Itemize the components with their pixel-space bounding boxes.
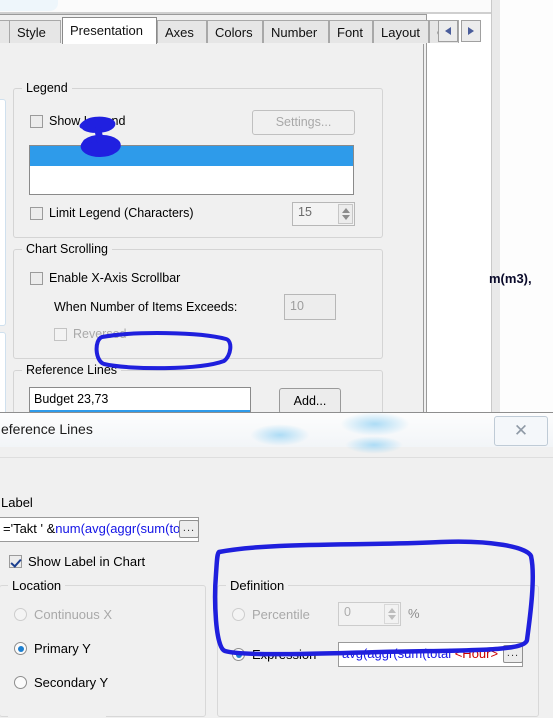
list-blur-spot [250,424,310,446]
definition-percentile-radio[interactable] [232,608,245,621]
location-continuous-x-radio[interactable] [14,608,27,621]
label-expression-text: ='Takt ' &num(avg(aggr(sum(total <H [3,521,199,536]
definition-ellipsis-label: ... [506,647,520,659]
label-expression-plain: ='Takt ' & [3,521,56,536]
items-exceeds-value: 10 [290,299,304,313]
reference-lines-dialog: eference Lines ✕ Label ='Takt ' &num(avg… [0,412,553,718]
tab-presentation-label: Presentation [70,23,143,38]
right-outer-margin [500,0,553,412]
enable-x-axis-scrollbar-checkbox[interactable] [30,272,43,285]
reference-line-item-0-text: Budget 23,73 [34,392,109,406]
limit-legend-value: 15 [298,205,312,219]
percentile-spinner[interactable]: 0 [338,602,401,626]
items-exceeds-field[interactable]: 10 [284,294,336,320]
label-expression-field[interactable]: ='Takt ' &num(avg(aggr(sum(total <H [0,517,199,542]
dialog-header-separator [0,457,553,458]
tab-number-label: Number [271,25,318,40]
chart-scrolling-group-label: Chart Scrolling [22,242,112,256]
dialog-body: Label ='Takt ' &num(avg(aggr(sum(total <… [0,447,553,718]
tab-layout-label: Layout [381,25,421,40]
definition-expression-text: avg(aggr(sum(total <Hour> [342,646,498,661]
location-group: Location Continuous X Primary Y Secondar… [0,578,206,717]
tab-font[interactable]: Font [329,20,373,43]
dialog-title: eference Lines [1,421,93,437]
definition-group-label: Definition [226,578,289,593]
show-label-in-chart-checkbox[interactable] [9,555,22,568]
spinner-up-icon[interactable] [387,608,396,613]
location-secondary-y-label: Secondary Y [34,675,109,690]
close-icon: ✕ [513,421,529,440]
legend-settings-button[interactable]: Settings... [252,110,355,135]
reference-lines-add-button[interactable]: Add... [279,388,341,414]
show-legend-label: Show Legend [49,114,126,128]
definition-percentile-label: Percentile [252,607,310,622]
tab-presentation[interactable]: Presentation [62,17,157,44]
tab-colors[interactable]: Colors [207,20,263,43]
label-ellipsis-label: ... [182,522,196,534]
label-expression-blue: num(avg(aggr(sum(total < [55,521,199,536]
dialog-close-button[interactable]: ✕ [494,416,548,446]
definition-expression-red: <Hour> [454,646,499,661]
spinner-down-icon[interactable] [387,615,396,620]
tab-layout[interactable]: Layout [373,20,429,43]
left-list-panel-top[interactable] [0,99,6,326]
presentation-tab-page: Legend Show Legend Settings... Limit Leg… [0,44,424,472]
tab-style[interactable]: Style [9,20,61,43]
tab-colors-label: Colors [215,25,253,40]
definition-expression-label: Expression [252,647,317,662]
definition-expression-ellipsis-button[interactable]: ... [503,645,523,663]
tab-font-label: Font [337,25,364,40]
chevron-left-icon [445,27,451,35]
percentile-value: 0 [344,605,351,619]
show-label-in-chart-label: Show Label in Chart [28,554,146,569]
legend-group-label: Legend [22,81,72,95]
tab-style-label: Style [17,25,46,40]
properties-tab-strip: t Style Presentation Axes Colors Number … [0,15,481,45]
legend-list[interactable] [29,145,354,195]
tab-axes-label: Axes [165,25,194,40]
tab-scroll-left-button[interactable] [438,20,458,42]
reversed-label: Reversed [73,327,127,341]
spinner-down-icon[interactable] [341,215,350,220]
chevron-right-icon [468,27,474,35]
titlebar-blur-spot-1 [340,412,410,436]
percentile-spin-buttons[interactable] [384,604,399,624]
enable-x-axis-scrollbar-label: Enable X-Axis Scrollbar [49,271,181,285]
location-primary-y-radio[interactable] [14,642,27,655]
reversed-checkbox[interactable] [54,328,67,341]
screen-root: m(m3), t Style Presentation Axes Colors … [0,0,553,718]
items-exceeds-label: When Number of Items Exceeds: [54,300,238,314]
percent-sign-label: % [408,606,420,621]
reference-lines-add-label: Add... [293,394,327,408]
legend-group: Legend Show Legend Settings... Limit Leg… [13,81,383,238]
legend-settings-label: Settings... [275,115,332,129]
definition-expression-radio[interactable] [232,648,245,661]
location-primary-y-label: Primary Y [34,641,91,656]
label-expression-ellipsis-button[interactable]: ... [179,520,199,538]
titlebar-blur-spot-2 [345,436,403,454]
label-section-title: Label [1,495,33,510]
legend-list-item-selected[interactable] [30,146,353,166]
tab-number[interactable]: Number [263,20,329,43]
definition-expression-blue: avg(aggr(sum(total [342,646,455,661]
reference-line-item-0[interactable]: Budget 23,73 [34,392,108,406]
tab-axes[interactable]: Axes [157,20,207,43]
chart-scrolling-group: Chart Scrolling Enable X-Axis Scrollbar … [13,242,383,359]
limit-legend-checkbox[interactable] [30,207,43,220]
chart-axis-label-fragment: m(m3), [489,271,532,286]
tab-scroll-right-button[interactable] [461,20,481,42]
definition-expression-field[interactable]: avg(aggr(sum(total <Hour> [338,642,523,667]
limit-legend-label: Limit Legend (Characters) [49,206,194,220]
reference-lines-group-label: Reference Lines [22,363,122,377]
definition-group: Definition Percentile 0 % Expression avg… [217,578,539,717]
location-secondary-y-radio[interactable] [14,676,27,689]
spinner-up-icon[interactable] [341,208,350,213]
top-left-highlight [0,0,58,11]
location-group-label: Location [8,578,66,593]
limit-legend-spinner[interactable]: 15 [292,202,355,226]
limit-legend-spin-buttons[interactable] [338,204,353,224]
chart-properties-window: t Style Presentation Axes Colors Number … [0,14,481,472]
show-legend-checkbox[interactable] [30,115,43,128]
location-continuous-x-label: Continuous X [34,607,113,622]
